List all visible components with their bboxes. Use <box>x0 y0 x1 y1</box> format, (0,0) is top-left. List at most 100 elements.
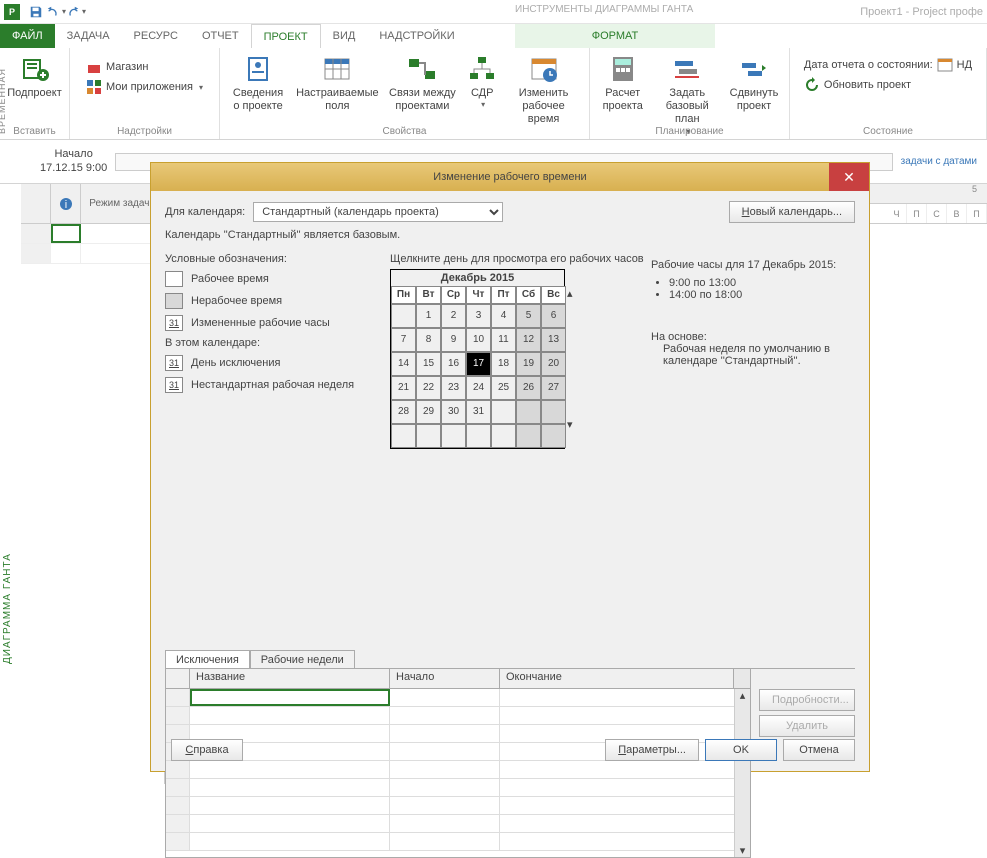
table-row[interactable] <box>166 797 750 815</box>
calendar-day[interactable] <box>466 424 491 448</box>
cal-scroll-down[interactable]: ▾ <box>567 418 581 431</box>
calendar-day[interactable]: 20 <box>541 352 566 376</box>
calendar-day[interactable] <box>541 400 566 424</box>
save-button[interactable] <box>26 2 46 22</box>
tab-workweeks[interactable]: Рабочие недели <box>250 650 355 669</box>
calendar-day[interactable]: 14 <box>391 352 416 376</box>
calendar-day[interactable]: 21 <box>391 376 416 400</box>
calendar-day[interactable] <box>516 400 541 424</box>
calendar-day[interactable]: 11 <box>491 328 516 352</box>
legend-changed-swatch: 31 <box>165 315 183 331</box>
calendar-day[interactable]: 15 <box>416 352 441 376</box>
calendar-day[interactable]: 18 <box>491 352 516 376</box>
col-start[interactable]: Начало <box>390 669 500 688</box>
scrollbar[interactable]: ▴▾ <box>734 689 750 857</box>
myapps-button[interactable]: Мои приложения▾ <box>82 77 207 97</box>
table-row[interactable] <box>166 689 750 707</box>
table-row[interactable] <box>166 815 750 833</box>
undo-button[interactable]: ▾ <box>46 2 66 22</box>
tab-report[interactable]: ОТЧЕТ <box>190 24 251 48</box>
update-project-button[interactable]: Обновить проект <box>800 75 915 95</box>
timeline-vert-label: ВРЕМЕННАЯ <box>0 67 7 133</box>
calendar-day[interactable] <box>416 424 441 448</box>
store-button[interactable]: Магазин <box>82 57 152 77</box>
calendar-day[interactable]: 10 <box>466 328 491 352</box>
tab-project[interactable]: ПРОЕКТ <box>251 24 321 48</box>
legend: Условные обозначения: Рабочее время Нера… <box>165 253 380 399</box>
tab-file[interactable]: ФАЙЛ <box>0 24 55 48</box>
calendar-day[interactable]: 13 <box>541 328 566 352</box>
calendar-day[interactable]: 9 <box>441 328 466 352</box>
ok-button[interactable]: OK <box>705 739 777 761</box>
table-row[interactable] <box>166 761 750 779</box>
calendar-day[interactable]: 19 <box>516 352 541 376</box>
calendar-day[interactable]: 26 <box>516 376 541 400</box>
redo-button[interactable]: ▾ <box>66 2 86 22</box>
table-row[interactable] <box>166 833 750 851</box>
exceptions-tabs: Исключения Рабочие недели <box>165 649 855 669</box>
calendar-day[interactable] <box>391 424 416 448</box>
help-button[interactable]: Справка <box>171 739 243 761</box>
calendar-day[interactable]: 23 <box>441 376 466 400</box>
change-time-button[interactable]: Изменить рабочее время <box>504 51 583 129</box>
tab-addins[interactable]: НАДСТРОЙКИ <box>367 24 466 48</box>
calendar-day[interactable] <box>391 304 416 328</box>
ribbon-tabs: ФАЙЛ ЗАДАЧА РЕСУРС ОТЧЕТ ПРОЕКТ ВИД НАДС… <box>0 24 987 48</box>
calendar-day[interactable]: 27 <box>541 376 566 400</box>
wbs-button[interactable]: СДР▾ <box>462 51 502 129</box>
col-name[interactable]: Название <box>190 669 390 688</box>
tab-format[interactable]: ФОРМАТ <box>515 24 715 48</box>
options-button[interactable]: Параметры... <box>605 739 699 761</box>
close-button[interactable]: ✕ <box>829 163 869 191</box>
calendar-day[interactable]: 31 <box>466 400 491 424</box>
tab-exceptions[interactable]: Исключения <box>165 650 250 669</box>
tab-resource[interactable]: РЕСУРС <box>122 24 190 48</box>
calendar-day[interactable]: 12 <box>516 328 541 352</box>
details-button[interactable]: Подробности... <box>759 689 855 711</box>
tab-view[interactable]: ВИД <box>321 24 368 48</box>
calendar-day[interactable]: 1 <box>416 304 441 328</box>
cancel-button[interactable]: Отмена <box>783 739 855 761</box>
table-row[interactable] <box>166 779 750 797</box>
calendar-day[interactable]: 22 <box>416 376 441 400</box>
calendar[interactable]: Декабрь 2015 ПнВтСрЧтПтСбВс1234567891011… <box>390 269 565 449</box>
project-info-button[interactable]: Сведения о проекте <box>226 51 290 129</box>
legend-exc-swatch: 31 <box>165 355 183 371</box>
group-plan: Планирование <box>590 126 789 137</box>
contextual-tools-label: ИНСТРУМЕНТЫ ДИАГРАММЫ ГАНТА <box>515 4 693 15</box>
calendar-day[interactable]: 30 <box>441 400 466 424</box>
calendar-day[interactable]: 24 <box>466 376 491 400</box>
delete-button[interactable]: Удалить <box>759 715 855 737</box>
calendar-select[interactable]: Стандартный (календарь проекта) <box>253 202 503 222</box>
change-working-time-dialog: Изменение рабочего времени ✕ Для календа… <box>150 162 870 772</box>
timeline-start: Начало17.12.15 9:00 <box>40 148 107 174</box>
calendar-day[interactable]: 29 <box>416 400 441 424</box>
calendar-day[interactable]: 28 <box>391 400 416 424</box>
calendar-day[interactable]: 4 <box>491 304 516 328</box>
tab-task[interactable]: ЗАДАЧА <box>55 24 122 48</box>
calendar-day[interactable]: 5 <box>516 304 541 328</box>
calendar-day[interactable] <box>491 400 516 424</box>
calendar-day[interactable] <box>541 424 566 448</box>
calendar-day[interactable]: 7 <box>391 328 416 352</box>
calendar-day[interactable] <box>491 424 516 448</box>
calendar-day[interactable]: 3 <box>466 304 491 328</box>
subproject-button[interactable]: Подпроект <box>3 51 65 102</box>
custom-fields-button[interactable]: Настраиваемые поля <box>292 51 383 129</box>
gantt-vert-label: ДИАГРАММА ГАНТА <box>2 553 13 664</box>
table-row[interactable] <box>166 707 750 725</box>
calendar-day[interactable] <box>441 424 466 448</box>
cal-scroll-up[interactable]: ▴ <box>567 287 581 300</box>
calendar-day[interactable]: 25 <box>491 376 516 400</box>
exceptions-table[interactable]: Название Начало Окончание ▴▾ <box>165 668 751 858</box>
task-grid[interactable]: i Режим задачи <box>21 184 167 784</box>
new-calendar-button[interactable]: Новый календарь... <box>729 201 855 223</box>
calendar-day[interactable]: 17 <box>466 352 491 376</box>
calendar-day[interactable]: 2 <box>441 304 466 328</box>
calendar-day[interactable]: 8 <box>416 328 441 352</box>
calendar-day[interactable] <box>516 424 541 448</box>
calendar-day[interactable]: 16 <box>441 352 466 376</box>
links-button[interactable]: Связи между проектами <box>385 51 461 129</box>
col-end[interactable]: Окончание <box>500 669 734 688</box>
calendar-day[interactable]: 6 <box>541 304 566 328</box>
